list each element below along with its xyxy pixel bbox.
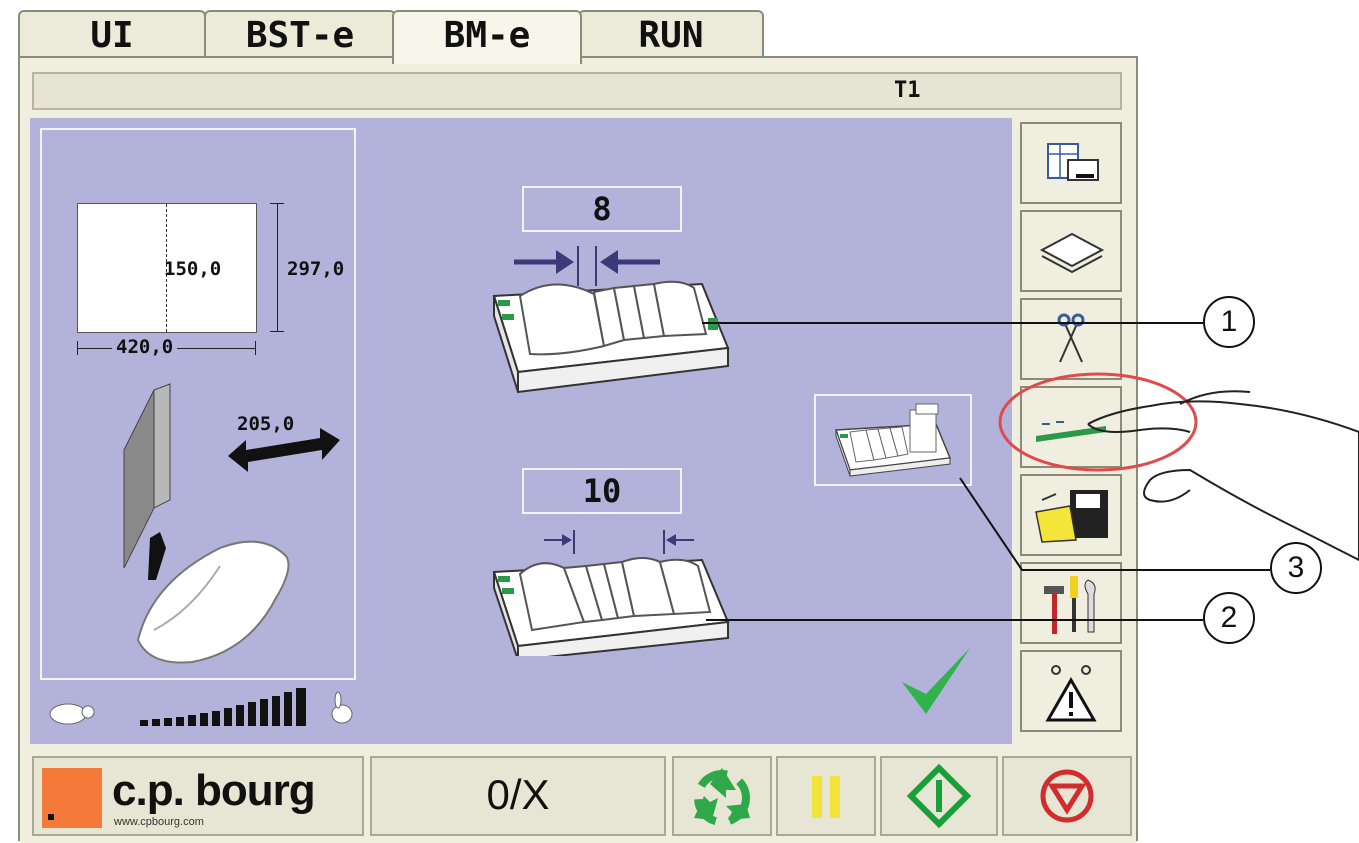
title-bar: T1 <box>32 72 1122 110</box>
callout-3: 3 <box>1270 542 1322 594</box>
title-bar-label: T1 <box>894 78 921 103</box>
confirm-check-icon[interactable] <box>896 642 976 722</box>
brand-url: www.cpbourg.com <box>114 816 204 828</box>
stop-button[interactable] <box>1002 756 1132 836</box>
tools-icon <box>1044 576 1096 634</box>
start-icon <box>906 763 972 829</box>
function-sidebar <box>1012 118 1130 744</box>
paper-icon <box>1039 232 1105 274</box>
tab-run[interactable]: RUN <box>578 10 764 60</box>
spine-button[interactable] <box>1020 386 1122 468</box>
alerts-button[interactable] <box>1020 650 1122 732</box>
stack-preview-button[interactable] <box>814 394 972 486</box>
tools-button[interactable] <box>1020 562 1122 644</box>
recycle-icon <box>694 768 750 826</box>
layout-button[interactable] <box>1020 122 1122 204</box>
pause-button[interactable] <box>776 756 876 836</box>
turtle-icon <box>49 703 95 725</box>
spine-small-illustration <box>492 530 730 656</box>
speed-level-bars <box>140 688 306 726</box>
brand-logo: c.p. bourg www.cpbourg.com <box>32 756 364 836</box>
spine-large-illustration <box>492 246 730 394</box>
main-window: T1 150,0 297,0 420,0 205,0 8 10 c.p. bou… <box>18 56 1138 843</box>
speed-control[interactable] <box>40 684 370 732</box>
callout-2: 2 <box>1203 592 1255 644</box>
fold-position-value: 150,0 <box>164 258 222 280</box>
paper-button[interactable] <box>1020 210 1122 292</box>
tab-ui[interactable]: UI <box>18 10 206 60</box>
brand-name: c.p. bourg <box>112 766 316 815</box>
spine-icon <box>1036 421 1106 442</box>
tab-bst-e[interactable]: BST-e <box>204 10 396 60</box>
rabbit-icon <box>331 691 353 724</box>
status-bar: c.p. bourg www.cpbourg.com 0/X <box>20 748 1136 843</box>
stack-icon <box>834 403 952 477</box>
spacing-small-value[interactable]: 10 <box>522 468 682 514</box>
tab-bm-e[interactable]: BM-e <box>392 10 582 64</box>
settings-panel: 150,0 297,0 420,0 205,0 8 10 <box>30 118 1012 744</box>
cutting-button[interactable] <box>1020 298 1122 380</box>
stop-icon <box>1040 769 1094 823</box>
sheet-width-value: 420,0 <box>112 336 178 358</box>
brand-square <box>42 768 102 828</box>
callout-1: 1 <box>1203 296 1255 348</box>
sheet-height-value: 297,0 <box>287 258 345 280</box>
pause-icon <box>812 776 840 818</box>
spacing-large-value[interactable]: 8 <box>522 186 682 232</box>
scissors-icon <box>1057 313 1085 363</box>
start-button[interactable] <box>880 756 998 836</box>
cover-feed-illustration <box>123 383 340 664</box>
warning-icon <box>1045 665 1097 722</box>
save-button[interactable] <box>1020 474 1122 556</box>
counter-display: 0/X <box>370 756 666 836</box>
save-folder-icon <box>1035 490 1108 543</box>
document-panel: 150,0 297,0 420,0 205,0 <box>40 128 356 680</box>
recycle-button[interactable] <box>672 756 772 836</box>
layout-icon <box>1047 143 1099 181</box>
